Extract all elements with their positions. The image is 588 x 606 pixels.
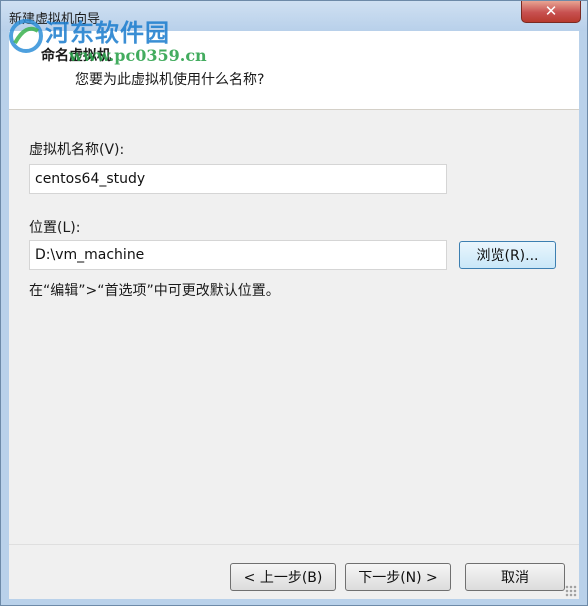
resize-grip-icon[interactable] [565,585,577,597]
location-input[interactable]: D:\vm_machine [29,240,447,270]
vm-name-label: 虚拟机名称(V): [29,142,125,158]
close-button[interactable]: ✕ [521,1,581,23]
vm-name-input[interactable]: centos64_study [29,164,447,194]
wizard-client-area: 命名虚拟机 您要为此虚拟机使用什么名称? 虚拟机名称(V): centos64_… [9,31,579,599]
footer-divider [9,544,579,545]
next-button[interactable]: 下一步(N) > [345,563,451,591]
location-hint: 在“编辑”>“首选项”中可更改默认位置。 [29,283,280,299]
close-icon: ✕ [544,2,558,20]
title-bar[interactable]: 新建虚拟机向导 ✕ [1,1,587,31]
wizard-body: 虚拟机名称(V): centos64_study 位置(L): D:\vm_ma… [9,110,579,599]
page-title: 命名虚拟机 [41,48,111,64]
back-button[interactable]: < 上一步(B) [230,563,336,591]
cancel-button[interactable]: 取消 [465,563,565,591]
window-title: 新建虚拟机向导 [9,12,101,27]
page-subtitle: 您要为此虚拟机使用什么名称? [75,72,265,88]
wizard-header: 命名虚拟机 您要为此虚拟机使用什么名称? [9,31,579,110]
location-label: 位置(L): [29,220,81,236]
browse-button[interactable]: 浏览(R)... [459,241,556,269]
wizard-window: 新建虚拟机向导 ✕ 命名虚拟机 您要为此虚拟机使用什么名称? 虚拟机名称(V):… [0,0,588,606]
